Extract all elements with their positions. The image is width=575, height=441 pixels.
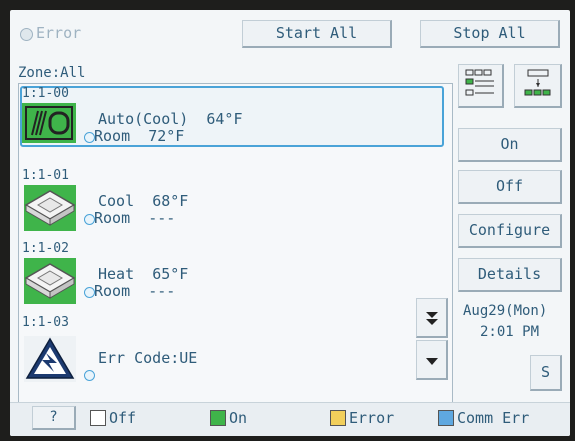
start-all-button[interactable]: Start All (242, 20, 392, 48)
list-view-icon (465, 69, 494, 96)
touch-screen: Error Start All Stop All Zone:All 1:1-00… (10, 10, 570, 436)
zone-id: 1:1-02 (22, 241, 69, 256)
legend-on-label: On (229, 409, 248, 427)
s-button[interactable]: S (530, 355, 562, 391)
page-down-icon (425, 312, 438, 325)
off-button-label: Off (495, 177, 524, 195)
room-sensor-dot (84, 370, 95, 381)
list-view-button[interactable] (458, 64, 504, 108)
zone-room-temp: Room 72°F (94, 127, 185, 145)
fan-coil-icon (22, 103, 76, 143)
zone-row[interactable]: 1:1-03 Err Code:UE (22, 315, 416, 395)
cassette-icon (24, 185, 76, 231)
on-button-label: On (500, 135, 519, 153)
page-down-button[interactable] (416, 298, 448, 338)
stop-all-label: Stop All (453, 24, 526, 42)
details-button-label: Details (477, 265, 542, 283)
zone-id: 1:1-01 (22, 168, 69, 183)
legend-off-label: Off (109, 409, 137, 427)
time-display: 2:01 PM (480, 324, 540, 340)
zone-mode: Err Code:UE (98, 349, 198, 367)
scroll-down-icon (425, 358, 438, 365)
zone-mode: Cool 68°F (98, 192, 189, 210)
legend-comm-err-label: Comm Err (457, 409, 530, 427)
error-filter-label: Error (36, 24, 82, 42)
floor-view-button[interactable] (514, 64, 562, 108)
start-all-label: Start All (275, 24, 358, 42)
scroll-down-button[interactable] (416, 340, 448, 380)
stop-all-button[interactable]: Stop All (420, 20, 560, 48)
legend-on-swatch (210, 410, 226, 426)
zone-row[interactable]: 1:1-01 Cool 68°F Room --- (22, 168, 416, 238)
zone-id: 1:1-03 (22, 315, 69, 330)
details-button[interactable]: Details (458, 258, 562, 292)
zone-mode: Heat 65°F (98, 265, 189, 283)
zone-room-temp: Room --- (94, 282, 176, 300)
zone-row[interactable]: 1:1-00 Auto(Cool) 64°F Room 72°F (22, 86, 416, 145)
s-button-label: S (540, 363, 551, 381)
zone-id: 1:1-00 (22, 86, 69, 101)
legend-comm-err-swatch (438, 410, 454, 426)
on-button[interactable]: On (458, 128, 562, 162)
radio-icon (20, 28, 33, 41)
zone-filter-label: Zone:All (18, 65, 86, 81)
date-display: Aug29(Mon) (463, 303, 548, 319)
off-button[interactable]: Off (458, 170, 562, 204)
zone-room-temp: Room --- (94, 209, 176, 227)
legend-error-swatch (330, 410, 346, 426)
help-button-label: ? (49, 409, 58, 425)
configure-button[interactable]: Configure (458, 214, 562, 248)
help-button[interactable]: ? (32, 406, 76, 430)
zone-row[interactable]: 1:1-02 Heat 65°F Room --- (22, 241, 416, 311)
configure-button-label: Configure (468, 221, 551, 239)
cassette-icon (24, 258, 76, 304)
zone-mode: Auto(Cool) 64°F (98, 110, 243, 128)
warning-icon (24, 336, 76, 382)
legend-off-swatch (90, 410, 106, 426)
legend-error-label: Error (349, 409, 395, 427)
floor-view-icon (524, 69, 550, 96)
